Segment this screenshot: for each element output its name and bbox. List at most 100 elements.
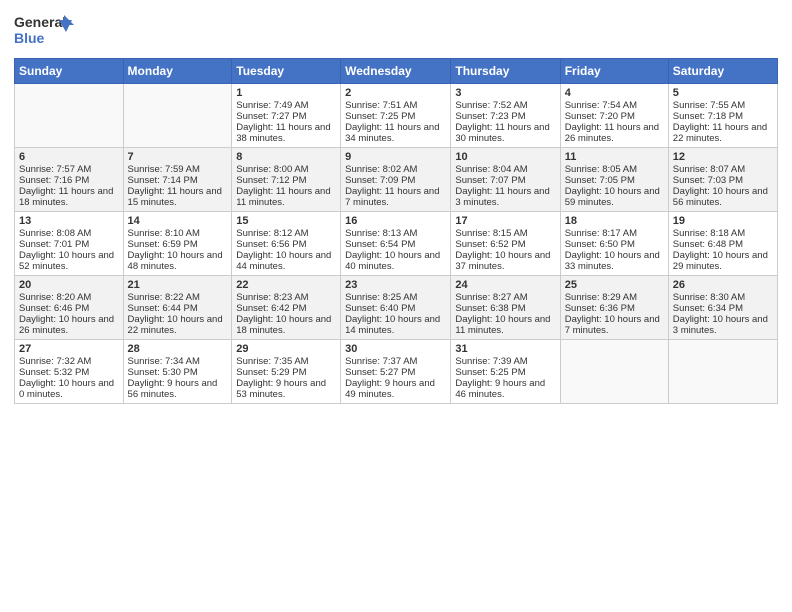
day-number: 26 <box>673 279 773 291</box>
sunset-text: Sunset: 6:56 PM <box>236 239 336 250</box>
svg-text:General: General <box>14 14 66 30</box>
sunrise-text: Sunrise: 8:07 AM <box>673 164 773 175</box>
daylight-text: Daylight: 9 hours and 56 minutes. <box>128 378 228 400</box>
weekday-header: Friday <box>560 59 668 84</box>
sunset-text: Sunset: 7:03 PM <box>673 175 773 186</box>
sunset-text: Sunset: 5:32 PM <box>19 367 119 378</box>
calendar-day: 5Sunrise: 7:55 AMSunset: 7:18 PMDaylight… <box>668 84 777 148</box>
calendar-day: 27Sunrise: 7:32 AMSunset: 5:32 PMDayligh… <box>15 340 124 404</box>
sunset-text: Sunset: 6:59 PM <box>128 239 228 250</box>
daylight-text: Daylight: 11 hours and 3 minutes. <box>455 186 555 208</box>
calendar-day: 17Sunrise: 8:15 AMSunset: 6:52 PMDayligh… <box>451 212 560 276</box>
calendar-day: 6Sunrise: 7:57 AMSunset: 7:16 PMDaylight… <box>15 148 124 212</box>
calendar-day: 29Sunrise: 7:35 AMSunset: 5:29 PMDayligh… <box>232 340 341 404</box>
daylight-text: Daylight: 11 hours and 30 minutes. <box>455 122 555 144</box>
weekday-header: Monday <box>123 59 232 84</box>
calendar-day: 14Sunrise: 8:10 AMSunset: 6:59 PMDayligh… <box>123 212 232 276</box>
sunset-text: Sunset: 6:34 PM <box>673 303 773 314</box>
sunset-text: Sunset: 6:52 PM <box>455 239 555 250</box>
day-number: 30 <box>345 343 446 355</box>
day-number: 8 <box>236 151 336 163</box>
sunrise-text: Sunrise: 8:04 AM <box>455 164 555 175</box>
daylight-text: Daylight: 11 hours and 11 minutes. <box>236 186 336 208</box>
calendar-day: 13Sunrise: 8:08 AMSunset: 7:01 PMDayligh… <box>15 212 124 276</box>
daylight-text: Daylight: 10 hours and 0 minutes. <box>19 378 119 400</box>
calendar-day <box>15 84 124 148</box>
day-number: 2 <box>345 87 446 99</box>
calendar-day: 28Sunrise: 7:34 AMSunset: 5:30 PMDayligh… <box>123 340 232 404</box>
day-number: 19 <box>673 215 773 227</box>
daylight-text: Daylight: 10 hours and 56 minutes. <box>673 186 773 208</box>
sunset-text: Sunset: 7:01 PM <box>19 239 119 250</box>
weekday-header: Wednesday <box>341 59 451 84</box>
sunrise-text: Sunrise: 7:49 AM <box>236 100 336 111</box>
sunrise-text: Sunrise: 7:57 AM <box>19 164 119 175</box>
calendar-day: 16Sunrise: 8:13 AMSunset: 6:54 PMDayligh… <box>341 212 451 276</box>
calendar-week: 27Sunrise: 7:32 AMSunset: 5:32 PMDayligh… <box>15 340 778 404</box>
sunset-text: Sunset: 6:36 PM <box>565 303 664 314</box>
calendar-day: 26Sunrise: 8:30 AMSunset: 6:34 PMDayligh… <box>668 276 777 340</box>
weekday-header: Tuesday <box>232 59 341 84</box>
sunrise-text: Sunrise: 7:32 AM <box>19 356 119 367</box>
daylight-text: Daylight: 10 hours and 14 minutes. <box>345 314 446 336</box>
sunrise-text: Sunrise: 8:13 AM <box>345 228 446 239</box>
calendar-day: 12Sunrise: 8:07 AMSunset: 7:03 PMDayligh… <box>668 148 777 212</box>
calendar-day: 4Sunrise: 7:54 AMSunset: 7:20 PMDaylight… <box>560 84 668 148</box>
daylight-text: Daylight: 11 hours and 15 minutes. <box>128 186 228 208</box>
day-number: 18 <box>565 215 664 227</box>
calendar-week: 13Sunrise: 8:08 AMSunset: 7:01 PMDayligh… <box>15 212 778 276</box>
sunrise-text: Sunrise: 7:59 AM <box>128 164 228 175</box>
day-number: 6 <box>19 151 119 163</box>
calendar-day: 21Sunrise: 8:22 AMSunset: 6:44 PMDayligh… <box>123 276 232 340</box>
calendar-day: 18Sunrise: 8:17 AMSunset: 6:50 PMDayligh… <box>560 212 668 276</box>
calendar-day <box>668 340 777 404</box>
sunrise-text: Sunrise: 8:20 AM <box>19 292 119 303</box>
sunrise-text: Sunrise: 8:10 AM <box>128 228 228 239</box>
day-number: 11 <box>565 151 664 163</box>
day-number: 9 <box>345 151 446 163</box>
calendar-day: 22Sunrise: 8:23 AMSunset: 6:42 PMDayligh… <box>232 276 341 340</box>
daylight-text: Daylight: 10 hours and 7 minutes. <box>565 314 664 336</box>
calendar-day: 8Sunrise: 8:00 AMSunset: 7:12 PMDaylight… <box>232 148 341 212</box>
daylight-text: Daylight: 10 hours and 18 minutes. <box>236 314 336 336</box>
daylight-text: Daylight: 10 hours and 11 minutes. <box>455 314 555 336</box>
daylight-text: Daylight: 11 hours and 38 minutes. <box>236 122 336 144</box>
calendar-day: 1Sunrise: 7:49 AMSunset: 7:27 PMDaylight… <box>232 84 341 148</box>
day-number: 23 <box>345 279 446 291</box>
sunrise-text: Sunrise: 8:23 AM <box>236 292 336 303</box>
day-number: 7 <box>128 151 228 163</box>
sunrise-text: Sunrise: 8:02 AM <box>345 164 446 175</box>
sunset-text: Sunset: 7:23 PM <box>455 111 555 122</box>
day-number: 13 <box>19 215 119 227</box>
sunset-text: Sunset: 7:09 PM <box>345 175 446 186</box>
day-number: 29 <box>236 343 336 355</box>
sunrise-text: Sunrise: 7:55 AM <box>673 100 773 111</box>
calendar-day: 3Sunrise: 7:52 AMSunset: 7:23 PMDaylight… <box>451 84 560 148</box>
sunset-text: Sunset: 6:50 PM <box>565 239 664 250</box>
daylight-text: Daylight: 9 hours and 53 minutes. <box>236 378 336 400</box>
daylight-text: Daylight: 10 hours and 44 minutes. <box>236 250 336 272</box>
sunset-text: Sunset: 6:48 PM <box>673 239 773 250</box>
sunrise-text: Sunrise: 8:27 AM <box>455 292 555 303</box>
daylight-text: Daylight: 10 hours and 22 minutes. <box>128 314 228 336</box>
daylight-text: Daylight: 10 hours and 3 minutes. <box>673 314 773 336</box>
daylight-text: Daylight: 9 hours and 46 minutes. <box>455 378 555 400</box>
calendar-week: 1Sunrise: 7:49 AMSunset: 7:27 PMDaylight… <box>15 84 778 148</box>
calendar-day: 2Sunrise: 7:51 AMSunset: 7:25 PMDaylight… <box>341 84 451 148</box>
day-number: 24 <box>455 279 555 291</box>
calendar-day: 30Sunrise: 7:37 AMSunset: 5:27 PMDayligh… <box>341 340 451 404</box>
calendar-header: SundayMondayTuesdayWednesdayThursdayFrid… <box>15 59 778 84</box>
calendar-day: 25Sunrise: 8:29 AMSunset: 6:36 PMDayligh… <box>560 276 668 340</box>
calendar-day: 7Sunrise: 7:59 AMSunset: 7:14 PMDaylight… <box>123 148 232 212</box>
day-number: 15 <box>236 215 336 227</box>
daylight-text: Daylight: 10 hours and 52 minutes. <box>19 250 119 272</box>
weekday-header: Sunday <box>15 59 124 84</box>
daylight-text: Daylight: 11 hours and 7 minutes. <box>345 186 446 208</box>
sunset-text: Sunset: 6:54 PM <box>345 239 446 250</box>
day-number: 5 <box>673 87 773 99</box>
calendar-day: 10Sunrise: 8:04 AMSunset: 7:07 PMDayligh… <box>451 148 560 212</box>
calendar-table: SundayMondayTuesdayWednesdayThursdayFrid… <box>14 58 778 404</box>
sunset-text: Sunset: 6:38 PM <box>455 303 555 314</box>
daylight-text: Daylight: 10 hours and 59 minutes. <box>565 186 664 208</box>
sunrise-text: Sunrise: 8:05 AM <box>565 164 664 175</box>
